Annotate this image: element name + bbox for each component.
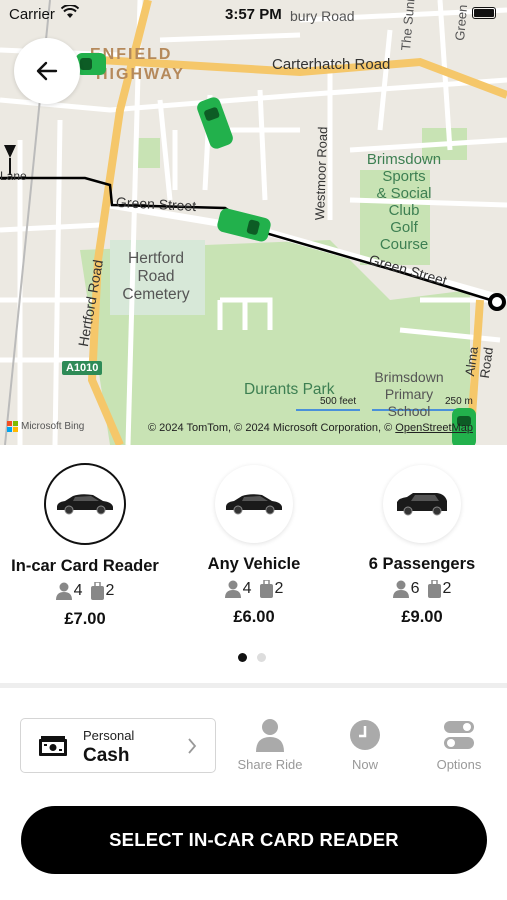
- payment-label: Personal: [83, 728, 135, 743]
- vehicle-capacity: 6 2: [337, 580, 507, 598]
- vehicle-price: £9.00: [401, 608, 443, 626]
- payment-method-button[interactable]: Personal Cash: [20, 718, 216, 773]
- options-button[interactable]: Options: [419, 716, 499, 772]
- vehicle-image: [383, 465, 461, 543]
- vehicle-name: 6 Passengers: [368, 555, 476, 573]
- vehicle-option-6-passengers[interactable]: 6 Passengers 6 2 £9.00: [337, 465, 507, 627]
- vehicle-option-any[interactable]: Any Vehicle 4 2 £6.00: [169, 465, 339, 627]
- luggage-icon: [90, 582, 104, 600]
- page-dot-active[interactable]: [238, 653, 247, 662]
- vehicle-name: In-car Card Reader: [11, 557, 159, 575]
- payment-value: Cash: [83, 745, 130, 766]
- carrier-label: Carrier: [9, 6, 55, 23]
- page-indicator[interactable]: [238, 653, 266, 662]
- car-icon: [57, 494, 113, 515]
- vehicle-image: [215, 465, 293, 543]
- status-bar: Carrier 3:57 PM: [0, 0, 507, 30]
- van-icon: [397, 493, 447, 516]
- wifi-icon: [60, 4, 80, 23]
- passenger-icon: [224, 580, 241, 598]
- options-label: Options: [436, 757, 482, 772]
- vehicle-selector[interactable]: In-car Card Reader 4 2 £7.00 Any Vehicle…: [0, 445, 507, 683]
- map-label-lane: Lane: [0, 169, 27, 183]
- divider: [0, 683, 507, 688]
- microsoft-logo-icon: [7, 421, 18, 432]
- cash-icon: [39, 736, 67, 756]
- vehicle-price: £7.00: [64, 610, 106, 628]
- person-icon: [256, 719, 284, 752]
- now-button[interactable]: Now: [325, 716, 405, 772]
- luggage-icon: [427, 580, 441, 598]
- openstreetmap-link[interactable]: OpenStreetMap: [395, 422, 473, 434]
- map-label-alma: Alma Road: [462, 345, 497, 380]
- map-attribution: © 2024 TomTom, © 2024 Microsoft Corporat…: [148, 422, 473, 434]
- vehicle-price: £6.00: [233, 608, 275, 626]
- battery-icon: [472, 7, 496, 19]
- back-button[interactable]: [14, 38, 80, 104]
- vehicle-capacity: 4 2: [0, 582, 170, 600]
- clock-icon: [350, 720, 380, 750]
- toggles-icon: [444, 721, 474, 749]
- scale-feet: 500 feet: [320, 396, 357, 407]
- map-label-hertford-cemetery: Hertford Road Cemetery: [122, 250, 190, 303]
- passenger-icon: [55, 582, 72, 600]
- clock-time: 3:57 PM: [225, 6, 282, 23]
- car-marker: [76, 53, 106, 75]
- scale-meters: 250 m: [445, 396, 473, 407]
- car-icon: [226, 494, 282, 515]
- vehicle-option-card-reader[interactable]: In-car Card Reader 4 2 £7.00: [0, 463, 170, 629]
- bing-logo: Microsoft Bing: [7, 421, 84, 432]
- map-label-brimsdown-club: Brimsdown Sports & Social Club Golf Cour…: [366, 151, 442, 253]
- select-vehicle-button[interactable]: SELECT IN-CAR CARD READER: [21, 806, 487, 874]
- chevron-right-icon: [188, 738, 197, 754]
- now-label: Now: [351, 757, 378, 772]
- share-ride-button[interactable]: Share Ride: [230, 716, 310, 772]
- vehicle-image: [44, 463, 126, 545]
- map-label-a1010: A1010: [62, 361, 103, 375]
- map-label-carterhatch: Carterhatch Road: [272, 56, 391, 73]
- map-label-brimsdown-school: Brimsdown Primary School: [374, 369, 444, 419]
- map-label-highway: HIGHWAY: [96, 66, 185, 83]
- page-dot[interactable]: [257, 653, 266, 662]
- arrow-left-icon: [36, 61, 58, 81]
- vehicle-capacity: 4 2: [169, 580, 339, 598]
- share-ride-label: Share Ride: [237, 757, 303, 772]
- passenger-icon: [392, 580, 409, 598]
- luggage-icon: [259, 580, 273, 598]
- vehicle-name: Any Vehicle: [207, 555, 301, 573]
